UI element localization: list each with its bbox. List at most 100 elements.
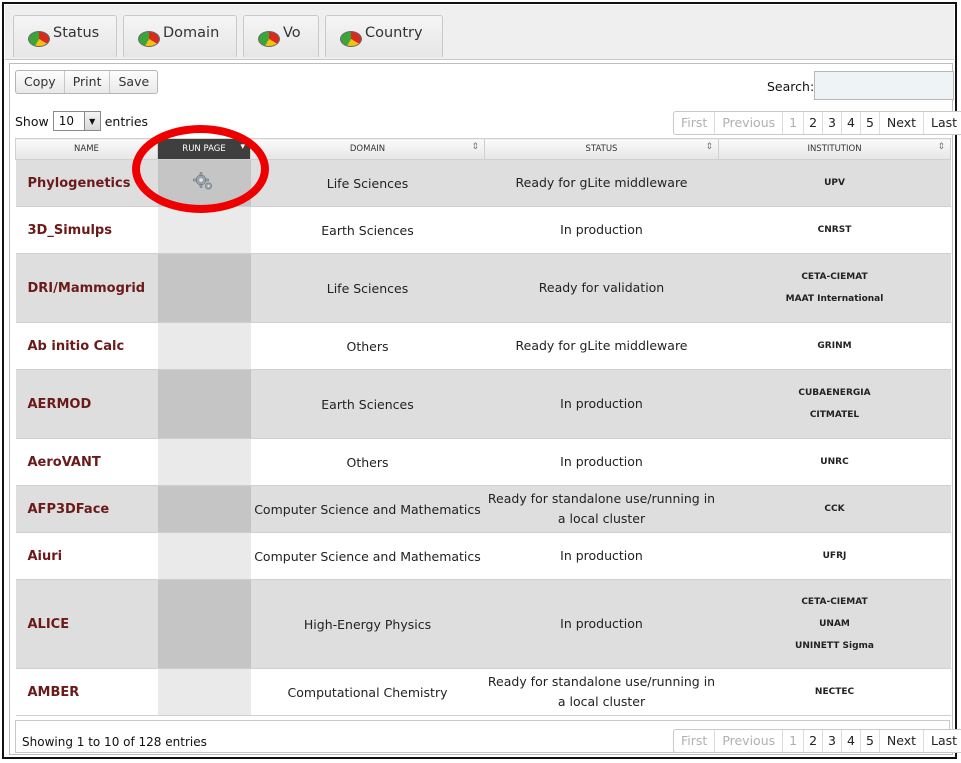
institution-name: CNRST <box>817 225 852 235</box>
page-first-button[interactable]: First <box>674 730 716 752</box>
domain-cell: Others <box>250 438 485 486</box>
content-panel: Copy Print Save Search: Show 10 ▼ entrie… <box>9 63 961 755</box>
status-cell: In production <box>484 532 719 580</box>
page-2-button[interactable]: 2 <box>804 730 824 752</box>
app-name-link[interactable]: Aiuri <box>15 532 158 580</box>
domain-cell: Computer Science and Mathematics <box>250 485 485 533</box>
column-header-run-page[interactable]: RUN PAGE ▾ <box>157 138 251 160</box>
institution-name: CCK <box>824 504 845 514</box>
tab-country[interactable]: Country <box>325 15 443 57</box>
sort-icon: ⇕ <box>705 142 713 152</box>
institution-name: CETA-CIEMAT <box>801 597 868 607</box>
sort-desc-icon: ▾ <box>240 142 245 152</box>
institution-cell: UNRC <box>718 438 951 486</box>
table-row: AMBER Computational Chemistry Ready for st… <box>15 668 951 716</box>
institution-cell: UFRJ <box>718 532 951 580</box>
tab-label: Vo <box>283 25 301 41</box>
pie-chart-icon <box>138 31 160 47</box>
applications-table: NAME ⇕ RUN PAGE ▾ DOMAIN ⇕ STATUS ⇕ INSTITUT… <box>15 138 951 716</box>
status-cell: Ready for standalone use/running in a loc… <box>484 668 719 716</box>
page-1-button[interactable]: 1 <box>783 730 805 752</box>
institution-cell: UPV <box>718 159 951 207</box>
table-row: Aiuri Computer Science and Mathematics In … <box>15 532 951 580</box>
status-cell: Ready for validation <box>484 253 719 323</box>
pie-chart-icon <box>28 31 50 47</box>
pie-chart-icon <box>340 31 362 47</box>
page-5-button[interactable]: 5 <box>861 112 880 134</box>
table-row: DRI/Mammogrid Life Sciences Ready for vali… <box>15 253 951 323</box>
table-header-row: NAME ⇕ RUN PAGE ▾ DOMAIN ⇕ STATUS ⇕ INSTITUT… <box>15 138 951 160</box>
app-name-link[interactable]: AMBER <box>15 668 158 716</box>
app-name-link[interactable]: AFP3DFace <box>15 485 158 533</box>
institution-name: UPV <box>824 178 845 188</box>
institution-cell: GRINM <box>718 322 951 370</box>
column-header-label: RUN PAGE <box>182 144 226 154</box>
institution-cell: CCK <box>718 485 951 533</box>
page-4-button[interactable]: 4 <box>842 112 861 134</box>
status-line: a local cluster <box>557 694 646 709</box>
institution-cell: CETA-CIEMAT MAAT International <box>718 253 951 323</box>
column-header-institution[interactable]: INSTITUTION ⇕ <box>718 138 951 160</box>
table-row: Phylogenetics Life Sciences Ready for gLit… <box>15 159 951 207</box>
entries-label: entries <box>104 113 149 129</box>
page-5-button[interactable]: 5 <box>861 730 880 752</box>
column-header-name[interactable]: NAME ⇕ <box>15 138 158 160</box>
app-name-link[interactable]: AERMOD <box>15 369 158 439</box>
run-page-cell <box>157 532 251 580</box>
print-button[interactable]: Print <box>65 71 111 93</box>
page-1-button[interactable]: 1 <box>783 112 805 134</box>
app-name-link[interactable]: Phylogenetics <box>15 159 158 207</box>
page-next-button[interactable]: Next <box>880 112 925 134</box>
institution-name: UNAM <box>819 619 850 629</box>
page-3-button[interactable]: 3 <box>823 730 842 752</box>
run-page-cell[interactable] <box>157 159 251 207</box>
app-name-link[interactable]: AeroVANT <box>15 438 158 486</box>
sort-icon: ⇕ <box>144 142 152 152</box>
page-2-button[interactable]: 2 <box>804 112 824 134</box>
run-page-cell <box>157 485 251 533</box>
gear-icon[interactable] <box>193 171 215 192</box>
column-header-label: STATUS <box>585 144 618 154</box>
page-next-button[interactable]: Next <box>880 730 925 752</box>
tab-vo[interactable]: Vo <box>243 15 319 57</box>
tab-status[interactable]: Status <box>13 15 117 57</box>
run-page-cell <box>157 253 251 323</box>
page-previous-button[interactable]: Previous <box>715 112 784 134</box>
app-name-link[interactable]: ALICE <box>15 579 158 669</box>
domain-cell: Life Sciences <box>250 253 485 323</box>
entries-value: 10 <box>58 114 75 128</box>
app-name-link[interactable]: Ab initio Calc <box>15 322 158 370</box>
app-name-link[interactable]: DRI/Mammogrid <box>15 253 158 323</box>
tab-label: Domain <box>163 25 220 41</box>
page-4-button[interactable]: 4 <box>842 730 861 752</box>
status-cell: Ready for gLite middleware <box>484 159 719 207</box>
run-page-cell <box>157 579 251 669</box>
page-previous-button[interactable]: Previous <box>715 730 784 752</box>
institution-cell: CNRST <box>718 206 951 254</box>
tab-label: Country <box>365 25 423 41</box>
tab-domain[interactable]: Domain <box>123 15 237 57</box>
status-cell: Ready for standalone use/running in a loc… <box>484 485 719 533</box>
column-header-status[interactable]: STATUS ⇕ <box>484 138 719 160</box>
pie-chart-icon <box>258 31 280 47</box>
app-name-link[interactable]: 3D_Simulps <box>15 206 158 254</box>
table-row: AFP3DFace Computer Science and Mathematic… <box>15 485 951 533</box>
page-last-button[interactable]: Last <box>924 730 961 752</box>
column-header-domain[interactable]: DOMAIN ⇕ <box>250 138 485 160</box>
institution-cell: CUBAENERGIA CITMATEL <box>718 369 951 439</box>
table-row: 3D_Simulps Earth Sciences In production CNR… <box>15 206 951 254</box>
entries-select[interactable]: 10 ▼ <box>52 111 101 131</box>
copy-button[interactable]: Copy <box>16 71 65 93</box>
export-toolbar: Copy Print Save <box>15 70 159 94</box>
page-first-button[interactable]: First <box>674 112 716 134</box>
table-info: Showing 1 to 10 of 128 entries <box>22 735 207 749</box>
status-line: Ready for standalone use/running in <box>487 674 716 689</box>
table-row: AERMOD Earth Sciences In production CUBAENE… <box>15 369 951 439</box>
search-input[interactable] <box>814 71 954 100</box>
save-button[interactable]: Save <box>110 71 157 93</box>
length-control: Show 10 ▼ entries <box>15 111 148 131</box>
sort-icon: ⇕ <box>937 142 945 152</box>
page-last-button[interactable]: Last <box>924 112 961 134</box>
institution-name: GRINM <box>817 341 852 351</box>
page-3-button[interactable]: 3 <box>823 112 842 134</box>
